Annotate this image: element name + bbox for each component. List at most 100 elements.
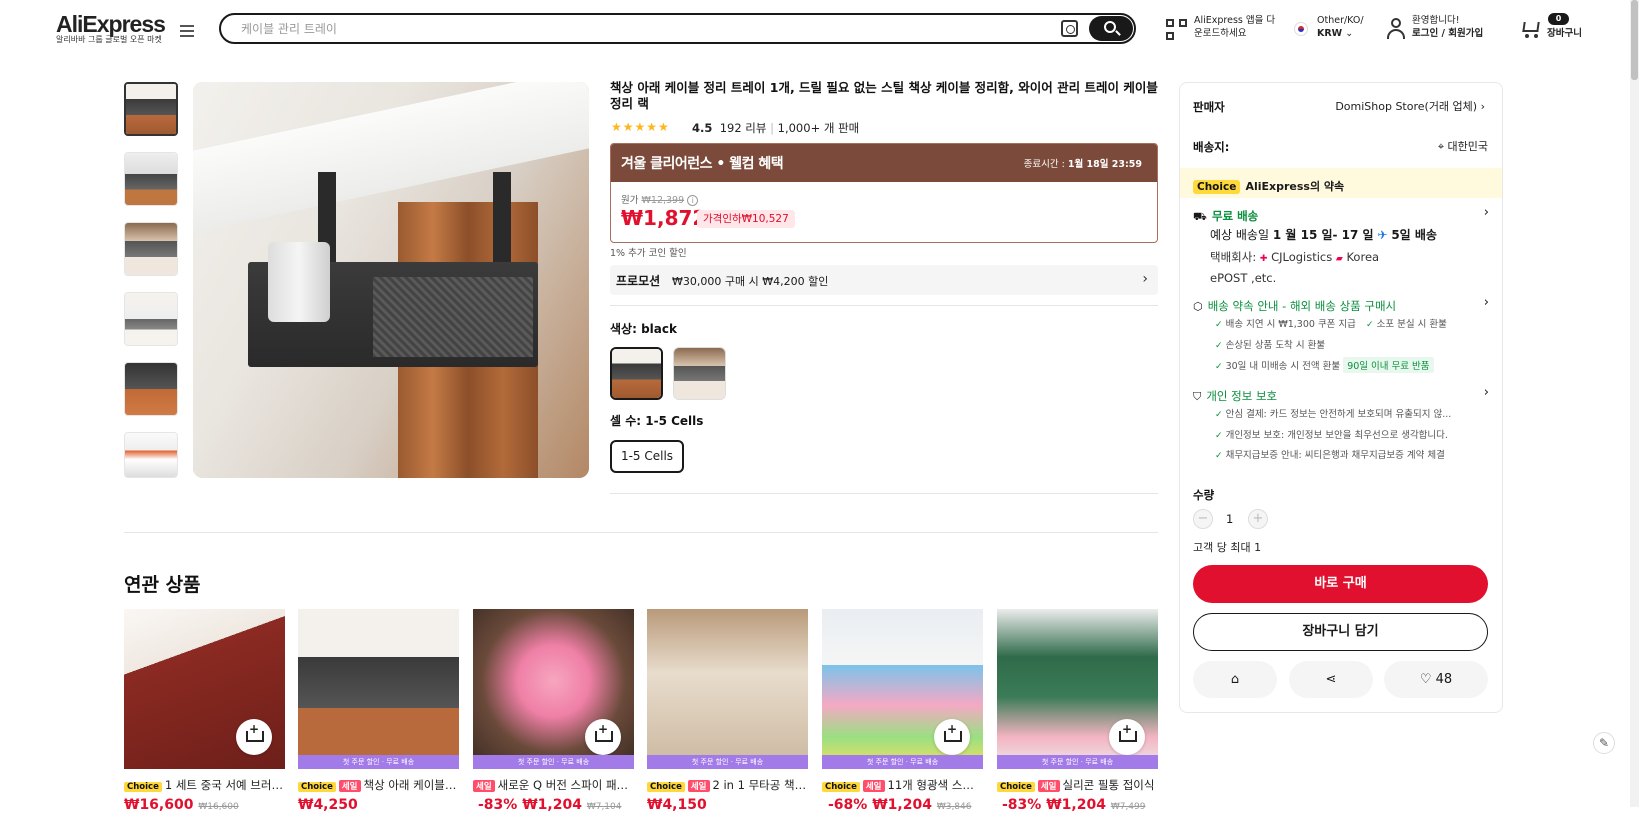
promotion-row[interactable]: 프로모션 ₩30,000 구매 시 ₩4,200 할인 › <box>610 265 1158 295</box>
privacy-row[interactable]: ⛉ 개인 정보 보호 › <box>1193 385 1489 404</box>
product-card-name[interactable]: Choice세일2 in 1 무타공 책상 컵 홀더 <box>647 777 808 793</box>
product-card-price: -68% ₩1,204 ₩3,846 <box>828 797 972 813</box>
color-swatch-alt[interactable] <box>673 347 726 400</box>
delivery-promise-row[interactable]: ⬡ 배송 약속 안내 - 해외 배송 상품 구매시 › <box>1193 295 1489 314</box>
add-to-cart-icon[interactable] <box>1109 719 1145 755</box>
seller-label: 판매자 <box>1193 100 1225 114</box>
plane-icon: ✈ <box>1377 228 1388 242</box>
coin-discount-note: 1% 추가 코인 할인 <box>610 248 687 259</box>
promise-item: ✓ 손상된 상품 도착 시 환불 <box>1215 340 1326 351</box>
quantity-increase-button[interactable]: + <box>1248 509 1268 529</box>
korea-flag-icon <box>1294 22 1308 36</box>
promo-name: 겨울 클리어런스 • 웰컴 혜택 <box>621 156 784 172</box>
chevron-right-icon: › <box>1483 205 1489 220</box>
product-card-name[interactable]: Choice 세일 실리콘 필통 접이식 <box>997 777 1158 793</box>
app-download-link[interactable]: AliExpress 앱을 다 운로드하세요 <box>1194 14 1275 40</box>
product-card-price: ₩4,150 <box>647 797 707 813</box>
chevron-right-icon: › <box>1483 295 1489 310</box>
user-icon[interactable] <box>1386 18 1406 40</box>
add-to-cart-icon[interactable] <box>934 719 970 755</box>
product-card-image[interactable]: 첫 주문 할인 · 무료 배송 <box>298 609 459 769</box>
search-bar <box>219 13 1136 44</box>
ship-to-country[interactable]: ⌖ 대한민국 <box>1438 138 1488 154</box>
product-thumbnail[interactable] <box>124 82 178 136</box>
sale-price: ₩1,872 <box>621 206 707 230</box>
store-button[interactable]: ⌂ <box>1193 661 1277 698</box>
region-currency-selector[interactable]: Other/KO/ KRW ⌄ <box>1317 14 1364 40</box>
product-card-image[interactable]: 첫 주문 할인 · 무료 배송 <box>647 609 808 769</box>
privacy-item: ✓ 안심 결제: 카드 정보는 안전하게 보호되며 유출되지 않... <box>1215 409 1452 420</box>
shield-icon: ⬡ <box>1193 300 1203 313</box>
product-card-image[interactable]: 첫 주문 할인 · 무료 배송 <box>822 609 983 769</box>
truck-icon: ⛟ <box>1193 210 1207 223</box>
cells-option-button[interactable]: 1-5 Cells <box>610 440 684 473</box>
review-count[interactable]: 192 리뷰 <box>720 121 767 135</box>
estimated-delivery: 예상 배송일 1 월 15 일- 17 일 ✈ 5일 배송 <box>1210 228 1437 242</box>
product-card-image[interactable]: 첫 주문 할인 · 무료 배송 <box>997 609 1158 769</box>
edit-pencil-icon[interactable]: ✎ <box>1593 732 1615 754</box>
scrollbar-thumb[interactable] <box>1631 0 1638 80</box>
qr-code-icon[interactable] <box>1166 19 1187 40</box>
related-products-title: 연관 상품 <box>124 574 201 596</box>
promo-banner: 겨울 클리어런스 • 웰컴 혜택 종료시간 : 1월 18일 23:59 <box>611 144 1157 182</box>
search-button[interactable] <box>1089 16 1133 41</box>
product-thumbnail[interactable] <box>124 292 178 346</box>
wishlist-button[interactable]: ♡ 48 <box>1384 661 1488 698</box>
seller-store-link[interactable]: DomiShop Store(거래 업체) › <box>1335 98 1485 114</box>
info-icon[interactable]: i <box>687 195 699 206</box>
rating-summary[interactable]: 4.5 192 리뷰 | 1,000+ 개 판매 <box>692 120 859 136</box>
product-card-name[interactable]: Choice 1 세트 중국 서예 브러시 펜 <box>124 777 285 793</box>
product-thumbnail[interactable] <box>124 432 178 478</box>
promise-item: ✓ 소포 분실 시 환불 <box>1366 319 1447 330</box>
divider <box>610 305 1158 306</box>
share-button[interactable]: ⋖ <box>1289 661 1373 698</box>
product-card-image[interactable] <box>124 609 285 769</box>
cells-option-label: 셀 수: 1-5 Cells <box>610 414 704 428</box>
quantity-label: 수량 <box>1193 488 1215 502</box>
product-thumbnail[interactable] <box>124 152 178 206</box>
chevron-right-icon: › <box>1480 100 1485 113</box>
add-to-cart-button[interactable]: 장바구니 담기 <box>1193 613 1488 651</box>
quantity-decrease-button[interactable]: − <box>1193 509 1213 529</box>
privacy-item: ✓ 채무지급보증 안내: 씨티은행과 채무지급보증 계약 체결 <box>1215 450 1445 461</box>
divider <box>610 493 1158 494</box>
camera-search-icon[interactable] <box>1061 20 1078 37</box>
share-icon: ⋖ <box>1325 672 1337 687</box>
product-card-price: -83% ₩1,204 ₩7,499 <box>1002 797 1146 813</box>
page-scrollbar[interactable] <box>1630 0 1639 807</box>
cart-label[interactable]: 장바구니 <box>1547 27 1582 40</box>
product-card-name[interactable]: Choice세일11개 형광색 스티커 메모 <box>822 777 983 793</box>
add-to-cart-icon[interactable] <box>585 719 621 755</box>
buy-now-button[interactable]: 바로 구매 <box>1193 565 1488 603</box>
location-pin-icon: ⌖ <box>1437 140 1445 153</box>
divider <box>124 532 1158 533</box>
product-main-image[interactable] <box>193 82 589 478</box>
cart-icon[interactable] <box>1519 19 1541 39</box>
add-to-cart-icon[interactable] <box>236 719 272 755</box>
color-swatch-black[interactable] <box>610 347 663 400</box>
choice-promise-bar: Choice AliExpress의 약속 <box>1180 168 1502 198</box>
promise-item: ✓ 30일 내 미배송 시 전액 환불 90일 이내 무료 반품 <box>1215 357 1434 373</box>
free-return-badge: 90일 이내 무료 반품 <box>1343 357 1434 373</box>
cart-count-badge: 0 <box>1548 13 1569 25</box>
product-card-price: ₩4,250 <box>298 797 358 813</box>
product-card-name[interactable]: 세일 새로운 Q 버전 스파이 패밀리 <box>473 777 634 793</box>
account-menu[interactable]: 환영합니다! 로그인 / 회원가입 <box>1412 14 1483 40</box>
product-card-name[interactable]: Choice세일책상 아래 케이블 정리 트레이 <box>298 777 459 793</box>
discount-badge: 가격인하₩10,527 <box>697 210 795 228</box>
product-thumbnail[interactable] <box>124 222 178 276</box>
chevron-right-icon: › <box>1483 385 1489 400</box>
product-card-image[interactable]: 첫 주문 할인 · 무료 배송 <box>473 609 634 769</box>
quantity-value[interactable]: 1 <box>1226 512 1233 526</box>
product-title: 책상 아래 케이블 정리 트레이 1개, 드릴 필요 없는 스틸 책상 케이블 … <box>610 80 1158 111</box>
chevron-down-icon: ⌄ <box>1345 28 1354 39</box>
hamburger-menu-icon[interactable] <box>180 25 194 37</box>
product-thumbnail[interactable] <box>124 362 178 416</box>
quantity-limit: 고객 당 최대 1 <box>1193 541 1262 554</box>
free-shipping-row[interactable]: ⛟ 무료 배송 › <box>1193 205 1489 225</box>
promotion-price-card: 겨울 클리어런스 • 웰컴 혜택 종료시간 : 1월 18일 23:59 원가 … <box>610 143 1158 243</box>
rating-stars: ★★★★★ <box>611 120 670 134</box>
search-input[interactable] <box>241 20 1021 38</box>
choice-badge: Choice <box>1193 180 1241 194</box>
shield-check-icon: ⛉ <box>1193 390 1202 403</box>
